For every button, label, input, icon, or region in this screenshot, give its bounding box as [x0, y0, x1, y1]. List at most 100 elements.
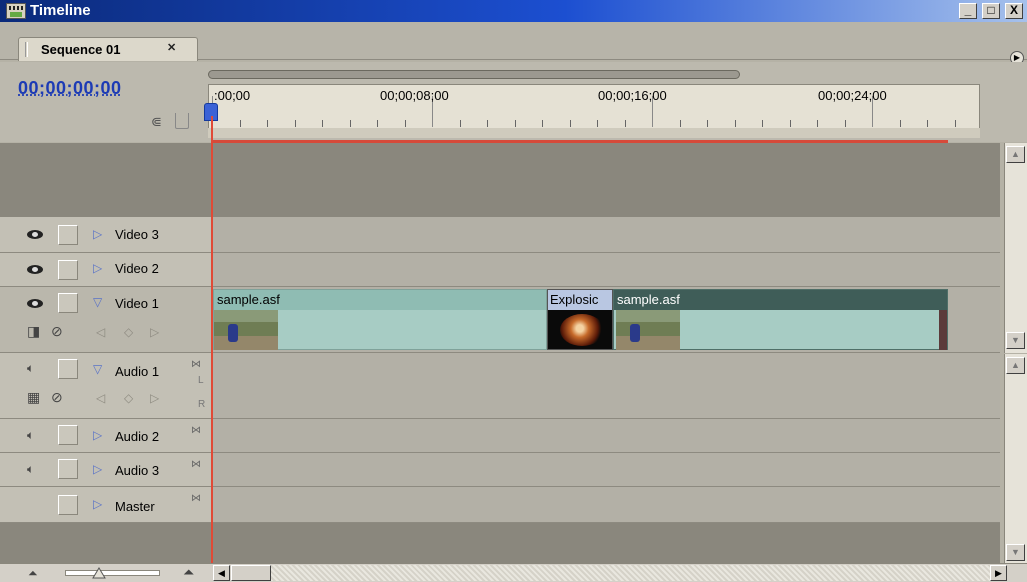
video-vertical-scrollbar[interactable]: [1004, 143, 1027, 353]
empty-track-area: [0, 523, 1000, 563]
ruler-label: 00;00;16;00: [598, 88, 667, 103]
audio-vertical-scrollbar[interactable]: [1004, 354, 1027, 563]
sync-icon: ⋈: [191, 459, 201, 470]
track-name: Audio 1: [115, 364, 160, 379]
ruler-tick: [459, 120, 461, 127]
speaker-icon[interactable]: 🔈︎: [27, 361, 45, 375]
sync-icon: ⋈: [191, 359, 201, 370]
tab-sequence-01[interactable]: Sequence 01 ✕: [18, 37, 198, 61]
scroll-left-button[interactable]: ◀: [213, 565, 230, 581]
close-button[interactable]: X: [1005, 3, 1023, 19]
expand-track-icon[interactable]: ▷: [93, 497, 102, 511]
track-name: Master: [115, 499, 155, 514]
expand-track-icon[interactable]: ▷: [93, 428, 102, 442]
transition-clip[interactable]: Explosic: [547, 289, 613, 350]
expand-track-icon[interactable]: ▷: [93, 462, 102, 476]
video-clip-selected[interactable]: sample.asf: [613, 289, 948, 350]
track-header-video-2: ▷ Video 2: [0, 253, 211, 287]
ruler-tick: [514, 120, 516, 127]
zoom-slider-thumb[interactable]: [92, 567, 106, 579]
ruler-tick: [762, 120, 763, 127]
speaker-icon[interactable]: 🔈︎: [27, 462, 45, 476]
collapse-track-icon[interactable]: ▽: [93, 362, 102, 376]
eye-icon[interactable]: [27, 263, 45, 275]
track-lane-master[interactable]: [211, 487, 1000, 523]
lock-toggle[interactable]: [58, 359, 78, 379]
previous-keyframe-icon: ◁: [96, 391, 106, 405]
set-marker-icon[interactable]: [175, 113, 189, 129]
clip-thumbnail: [616, 310, 680, 350]
current-timecode[interactable]: 00;00;00;00: [18, 78, 122, 99]
minimize-button[interactable]: _: [959, 3, 977, 19]
lock-toggle[interactable]: [58, 459, 78, 479]
ruler-label: 00;00;08;00: [380, 88, 449, 103]
add-keyframe-icon: ◇: [124, 325, 134, 339]
ruler-tick: [624, 120, 626, 127]
ruler-tick: [322, 120, 323, 127]
scroll-down-button[interactable]: ▼: [1006, 332, 1025, 349]
track-header-audio-1: 🔈︎ ▽ Audio 1 ⋈ L R ▦ ⊘ ◁ ◇ ▷: [0, 353, 211, 419]
horizontal-scrollbar[interactable]: [231, 565, 990, 581]
ruler-tick: [707, 120, 708, 127]
expand-track-icon[interactable]: ▷: [93, 227, 102, 241]
ruler-tick: [597, 120, 598, 127]
ruler-tick: [844, 120, 846, 127]
zoom-in-icon[interactable]: ⏶: [183, 564, 194, 581]
ruler-tick: [377, 120, 378, 127]
window-title: Timeline: [30, 2, 91, 19]
horizontal-scroll-thumb[interactable]: [231, 565, 271, 581]
video-clip[interactable]: sample.asf: [213, 289, 547, 350]
track-name: Video 3: [115, 227, 159, 242]
show-keyframes-icon[interactable]: ⊘: [51, 389, 63, 406]
lock-toggle[interactable]: [58, 225, 78, 245]
tab-grip-handle[interactable]: [25, 42, 28, 57]
ruler-tick: [954, 120, 956, 127]
ruler-tick: [899, 120, 901, 127]
lock-toggle[interactable]: [58, 260, 78, 280]
track-lane-video-2[interactable]: [211, 253, 1000, 287]
track-lane-audio-1[interactable]: [211, 353, 1000, 419]
clip-name: sample.asf: [614, 290, 947, 310]
expand-track-icon[interactable]: ▷: [93, 261, 102, 275]
collapse-track-icon[interactable]: ▽: [93, 295, 102, 309]
track-lane-audio-3[interactable]: [211, 453, 1000, 487]
waveform-icon[interactable]: ▦: [27, 389, 40, 406]
eye-icon[interactable]: [27, 297, 45, 309]
speaker-icon[interactable]: 🔈︎: [27, 428, 45, 442]
viewing-area-bar[interactable]: [208, 70, 740, 79]
next-keyframe-icon: ▷: [150, 391, 160, 405]
scroll-right-button[interactable]: ▶: [990, 565, 1007, 581]
eye-icon[interactable]: [27, 228, 45, 240]
ruler-tick: [734, 120, 736, 127]
lock-toggle[interactable]: [58, 495, 78, 515]
next-keyframe-icon: ▷: [150, 325, 160, 339]
track-header-audio-3: 🔈︎ ▷ Audio 3 ⋈: [0, 453, 211, 487]
scroll-up-button[interactable]: ▲: [1006, 357, 1025, 374]
tab-close-icon[interactable]: ✕: [167, 41, 176, 54]
clip-end-marker: [939, 310, 947, 350]
display-style-icon[interactable]: ◨: [27, 323, 40, 340]
timeline-app-icon: [6, 3, 26, 19]
previous-keyframe-icon: ◁: [96, 325, 106, 339]
show-keyframes-icon[interactable]: ⊘: [51, 323, 63, 340]
maximize-button[interactable]: □: [982, 3, 1000, 19]
scroll-down-button[interactable]: ▼: [1006, 544, 1025, 561]
playhead-line[interactable]: [211, 116, 213, 582]
track-lane-video-3[interactable]: [211, 217, 1000, 253]
lock-toggle[interactable]: [58, 293, 78, 313]
window-title-bar[interactable]: Timeline _ □ X: [0, 0, 1027, 22]
work-area-bar[interactable]: [208, 128, 980, 138]
zoom-slider[interactable]: [65, 570, 160, 576]
empty-track-area: [0, 143, 1000, 217]
scroll-up-button[interactable]: ▲: [1006, 146, 1025, 163]
track-name: Video 1: [115, 296, 159, 311]
ruler-tick: [404, 120, 406, 127]
lock-toggle[interactable]: [58, 425, 78, 445]
track-lane-audio-2[interactable]: [211, 419, 1000, 453]
snap-icon[interactable]: ⋐: [151, 114, 169, 129]
ruler-tick: [239, 120, 241, 127]
track-header-video-1: ▽ Video 1 ◨ ⊘ ◁ ◇ ▷: [0, 287, 211, 353]
channel-left-label: L: [198, 375, 204, 386]
sync-icon: ⋈: [191, 493, 201, 504]
zoom-out-icon[interactable]: ⏶: [28, 566, 38, 581]
